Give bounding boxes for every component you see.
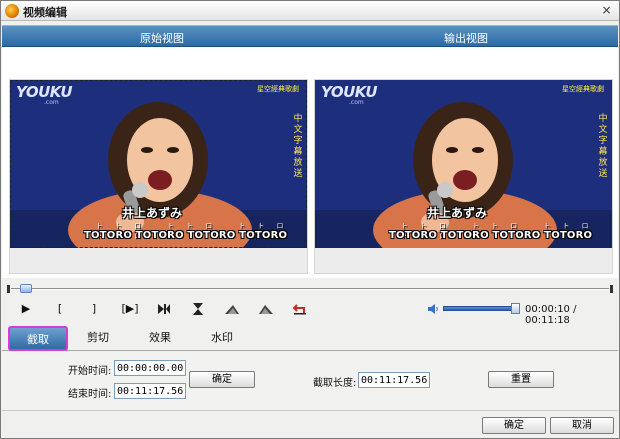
step-icon bbox=[158, 304, 170, 314]
tab-watermark[interactable]: 水印 bbox=[197, 326, 247, 351]
play-icon: ▶ bbox=[21, 302, 31, 315]
fade-out-icon bbox=[259, 305, 273, 314]
play-selection-icon: [▶] bbox=[121, 302, 139, 315]
ok-button[interactable]: 确定 bbox=[482, 417, 546, 434]
corner-caption: 星空經典歌劇 bbox=[562, 85, 604, 93]
name-caption: 井上あずみ bbox=[427, 206, 488, 220]
output-preview: YOUKU .com 星空經典歌劇 中文字幕放送 井上あずみ トトロ トトロ ト… bbox=[314, 79, 613, 274]
capture-length-field[interactable] bbox=[358, 372, 430, 388]
capture-panel: 开始时间: 结束时间: 确定 截取长度: 重置 bbox=[2, 352, 618, 410]
corner-caption: 星空經典歌劇 bbox=[257, 85, 299, 93]
source-preview[interactable]: YOUKU .com 星空經典歌劇 中文字幕放送 井上あずみ トトロ トトロ ト… bbox=[9, 79, 308, 274]
mark-out-icon: ] bbox=[91, 302, 97, 315]
trim-icon bbox=[193, 303, 203, 315]
seek-start-marker[interactable] bbox=[7, 285, 10, 293]
source-view-label: 原始视图 bbox=[140, 32, 184, 45]
end-time-input[interactable] bbox=[114, 383, 186, 399]
fade-out-button[interactable] bbox=[255, 299, 277, 319]
name-caption: 井上あずみ bbox=[122, 206, 183, 220]
seek-track[interactable] bbox=[11, 288, 609, 290]
edit-tabs: 截取 剪切 效果 水印 bbox=[2, 326, 618, 351]
undo-button[interactable] bbox=[289, 299, 311, 319]
volume-slider-track[interactable] bbox=[443, 306, 519, 311]
reset-button[interactable]: 重置 bbox=[488, 371, 554, 388]
play-selection-button[interactable]: [▶] bbox=[117, 299, 143, 319]
source-video-frame[interactable]: YOUKU .com 星空經典歌劇 中文字幕放送 井上あずみ トトロ トトロ ト… bbox=[10, 80, 307, 248]
tab-cut[interactable]: 剪切 bbox=[73, 326, 123, 351]
lyric-caption: TOTORO TOTORO TOTORO TOTORO bbox=[84, 230, 288, 241]
side-caption: 中文字幕放送 bbox=[293, 114, 303, 179]
undo-icon bbox=[292, 304, 306, 315]
confirm-time-button[interactable]: 确定 bbox=[189, 371, 255, 388]
title-bar: 视频编辑 × bbox=[1, 1, 619, 21]
trim-button[interactable] bbox=[187, 299, 209, 319]
side-caption: 中文字幕放送 bbox=[598, 114, 608, 179]
mark-out-button[interactable]: ] bbox=[83, 299, 105, 319]
tab-effects[interactable]: 效果 bbox=[135, 326, 185, 351]
app-logo-icon bbox=[5, 4, 19, 18]
end-time-label: 结束时间: bbox=[68, 389, 112, 400]
youku-watermark-sub: .com bbox=[349, 99, 364, 106]
video-edit-window: 视频编辑 × 原始视图 输出视图 YOUKU .com 星空經典歌劇 中文字幕放… bbox=[0, 0, 620, 439]
tab-capture[interactable]: 截取 bbox=[8, 326, 68, 351]
mark-in-button[interactable]: [ bbox=[49, 299, 71, 319]
output-video-frame: YOUKU .com 星空經典歌劇 中文字幕放送 井上あずみ トトロ トトロ ト… bbox=[315, 80, 612, 248]
volume-icon[interactable] bbox=[427, 303, 439, 315]
dialog-footer: 确定 取消 bbox=[2, 410, 618, 438]
fade-in-icon bbox=[225, 305, 239, 314]
seek-bar[interactable] bbox=[7, 284, 613, 293]
start-time-label: 开始时间: bbox=[68, 366, 112, 377]
mark-in-icon: [ bbox=[57, 302, 63, 315]
seek-end-marker[interactable] bbox=[610, 285, 613, 293]
play-button[interactable]: ▶ bbox=[15, 299, 37, 319]
seek-thumb[interactable] bbox=[19, 284, 32, 293]
fade-in-button[interactable] bbox=[221, 299, 243, 319]
step-button[interactable] bbox=[153, 299, 175, 319]
close-button[interactable]: × bbox=[600, 4, 613, 17]
window-title: 视频编辑 bbox=[23, 6, 67, 19]
start-time-input[interactable] bbox=[114, 360, 186, 376]
view-header-bar: 原始视图 输出视图 bbox=[2, 25, 618, 47]
capture-length-label: 截取长度: bbox=[313, 378, 357, 389]
time-display: 00:00:10 / 00:11:18 bbox=[525, 304, 577, 326]
youku-watermark-sub: .com bbox=[44, 99, 59, 106]
cancel-button[interactable]: 取消 bbox=[550, 417, 614, 434]
output-view-label: 输出视图 bbox=[444, 32, 488, 45]
volume-slider-thumb[interactable] bbox=[511, 303, 520, 314]
lyric-caption: TOTORO TOTORO TOTORO TOTORO bbox=[389, 230, 593, 241]
preview-area: YOUKU .com 星空經典歌劇 中文字幕放送 井上あずみ トトロ トトロ ト… bbox=[2, 47, 618, 278]
